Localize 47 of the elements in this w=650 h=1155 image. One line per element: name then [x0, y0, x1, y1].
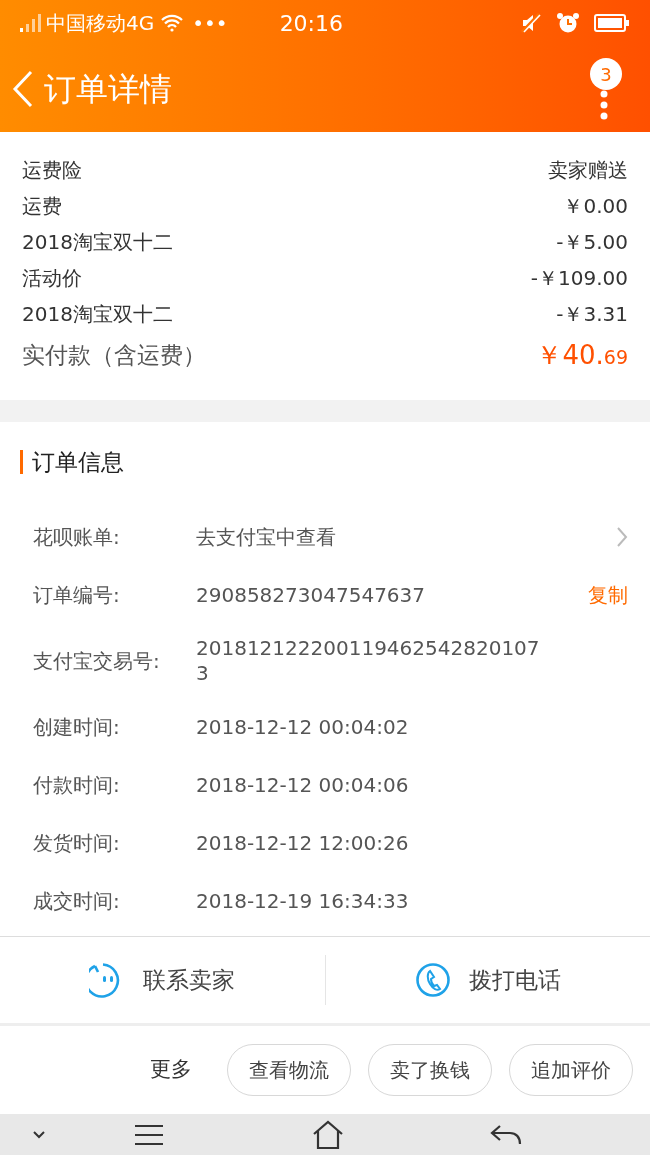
- info-label: 订单编号:: [32, 582, 121, 609]
- total-amount: ￥40.69: [536, 338, 628, 372]
- info-label: 发货时间:: [32, 830, 121, 857]
- info-value: 2018-12-12 12:00:26: [196, 830, 409, 857]
- info-label: 花呗账单:: [32, 524, 121, 551]
- contact-seller-button[interactable]: 联系卖家: [0, 937, 325, 1023]
- fee-label: 2018淘宝双十二: [22, 229, 173, 256]
- fee-label: 运费: [22, 193, 62, 220]
- fee-label: 2018淘宝双十二: [22, 301, 173, 328]
- call-phone-button[interactable]: 拨打电话: [325, 937, 650, 1023]
- fee-label: 运费险: [22, 157, 82, 184]
- info-value: 2018-12-12 00:04:06: [196, 772, 409, 799]
- info-label: 付款时间:: [32, 772, 121, 799]
- info-label: 支付宝交易号:: [32, 648, 161, 675]
- fee-value: -￥3.31: [556, 301, 628, 328]
- fee-value: ￥0.00: [563, 193, 628, 220]
- carrier-name: 中国移动4G: [46, 10, 155, 37]
- fee-label: 活动价: [22, 265, 82, 292]
- info-label: 成交时间:: [32, 888, 121, 915]
- fee-value: 卖家赠送: [548, 157, 628, 184]
- fee-value: -￥5.00: [556, 229, 628, 256]
- return-icon[interactable]: [490, 1123, 522, 1146]
- total-label: 实付款（含运费）: [22, 340, 206, 370]
- page-title: 订单详情: [44, 69, 172, 110]
- alarm-icon: [556, 12, 580, 34]
- collapse-icon[interactable]: [32, 1129, 46, 1140]
- wifi-icon: [160, 14, 185, 32]
- more-notifications: •••: [192, 10, 228, 37]
- message-count-badge: 3: [590, 58, 622, 90]
- info-value: 2018121222001194625428201073: [196, 636, 541, 686]
- mute-icon: [520, 13, 542, 33]
- menu-icon[interactable]: [134, 1123, 164, 1146]
- section-title: 订单信息: [32, 447, 124, 477]
- clock-time: 20:16: [279, 9, 344, 38]
- info-value[interactable]: 去支付宝中查看: [196, 522, 336, 552]
- battery-icon: [594, 14, 630, 32]
- info-value: 2018-12-12 00:04:02: [196, 714, 409, 741]
- chevron-right-icon: [616, 526, 628, 548]
- phone-icon: [414, 962, 451, 998]
- more-label: 更多: [150, 1056, 192, 1084]
- info-label: 创建时间:: [32, 714, 121, 741]
- info-value: 2018-12-19 16:34:33: [196, 888, 409, 915]
- fee-value: -￥109.00: [530, 265, 628, 292]
- info-value: 290858273047547637: [196, 582, 426, 609]
- signal-icon: [20, 14, 42, 32]
- more-menu-icon[interactable]: [600, 90, 608, 120]
- home-icon[interactable]: [312, 1119, 344, 1150]
